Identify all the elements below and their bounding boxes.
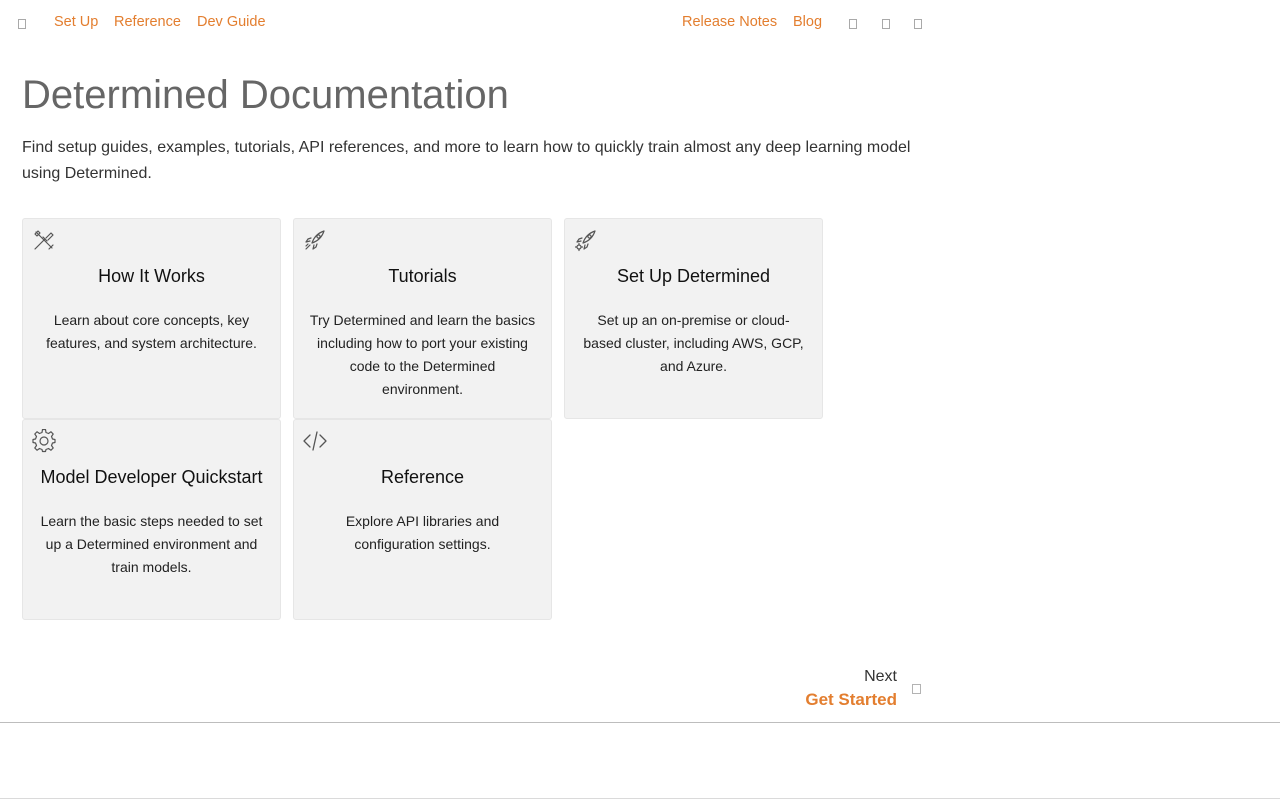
next-page-link[interactable]: Get Started [700,690,897,710]
menu-icon[interactable] [18,19,26,29]
footer-bottom-divider [0,798,1280,799]
card-reference[interactable]: Reference Explore API libraries and conf… [293,419,552,620]
card-model-developer-quickstart[interactable]: Model Developer Quickstart Learn the bas… [22,419,281,620]
gear-icon [32,429,56,453]
card-how-it-works[interactable]: How It Works Learn about core concepts, … [22,218,281,419]
card-description: Try Determined and learn the basics incl… [309,312,536,397]
tools-icon [34,230,54,250]
nav-link-dev-guide[interactable]: Dev Guide [197,14,266,30]
footer-divider [0,722,1280,723]
search-icon[interactable] [849,19,857,29]
github-icon[interactable] [914,19,922,29]
nav-link-reference[interactable]: Reference [114,14,181,30]
chevron-right-icon[interactable] [912,684,921,694]
card-set-up-determined[interactable]: Set Up Determined Set up an on-premise o… [564,218,823,419]
card-title: How It Works [98,266,205,286]
card-tutorials[interactable]: Tutorials Try Determined and learn the b… [293,218,552,419]
theme-toggle-icon[interactable] [882,19,890,29]
card-description: Learn about core concepts, key features,… [46,312,257,351]
card-title: Tutorials [388,266,457,286]
code-icon [303,431,327,451]
rocket-icon [305,230,325,250]
card-title: Set Up Determined [616,266,771,286]
page-title: Determined Documentation [22,73,509,117]
setup-rocket-icon [574,230,596,252]
next-label: Next [864,668,897,685]
card-title: Model Developer Quickstart [40,467,263,487]
card-description: Explore API libraries and configuration … [345,513,500,552]
nav-link-setup[interactable]: Set Up [54,14,98,30]
nav-link-blog[interactable]: Blog [793,14,822,30]
top-navigation: Set Up Reference Dev Guide Release Notes… [0,0,940,46]
nav-link-release-notes[interactable]: Release Notes [682,14,777,30]
card-description: Learn the basic steps needed to set up a… [40,513,263,575]
card-description: Set up an on-premise or cloud-based clus… [583,312,804,374]
card-title: Reference [380,467,465,487]
page-intro: Find setup guides, examples, tutorials, … [22,139,911,182]
